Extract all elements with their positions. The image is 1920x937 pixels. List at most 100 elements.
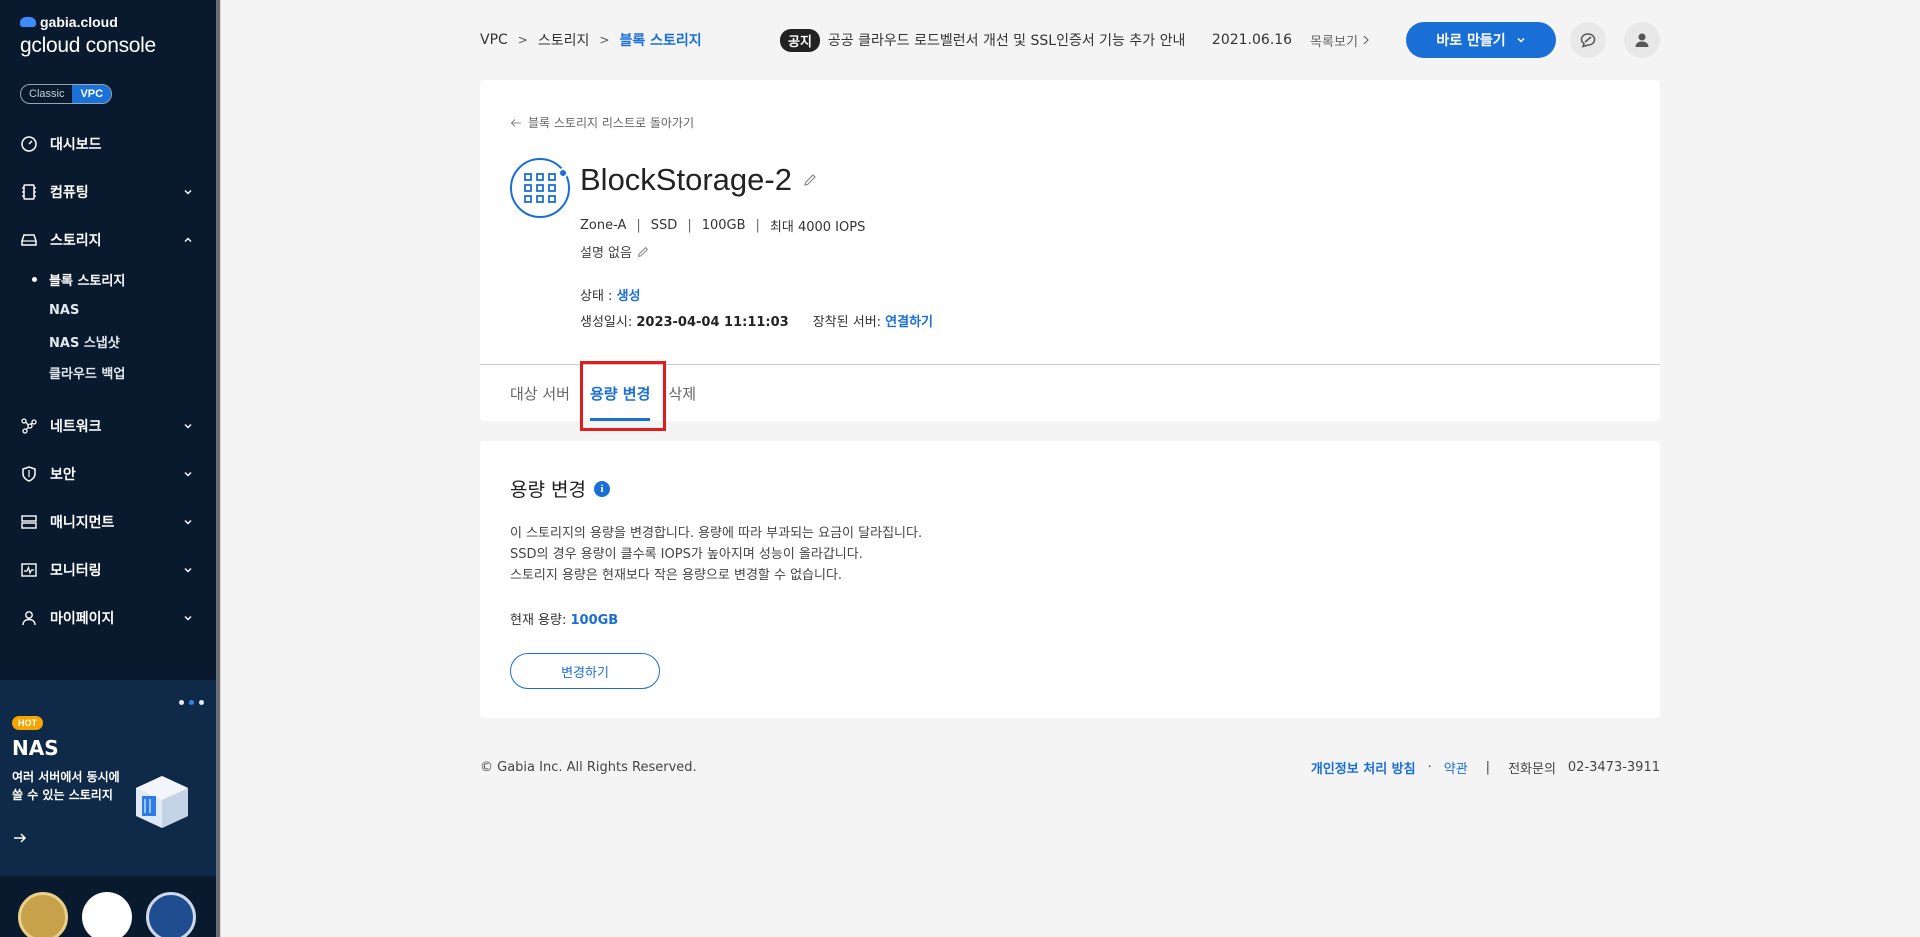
notice-text[interactable]: 공공 클라우드 로드벨런서 개선 및 SSL인증서 기능 추가 안내 [828, 30, 1188, 50]
tab-capacity-change[interactable]: 용량 변경 [589, 365, 651, 421]
chevron-right-icon [1363, 35, 1369, 45]
sidebar-item-storage[interactable]: 스토리지 [0, 216, 216, 264]
created-line: 생성일시: 2023-04-04 11:11:03 장착된 서버: 연결하기 [580, 311, 933, 330]
brand-logo[interactable]: gabia.cloud gcloud console [20, 14, 156, 58]
chevron-down-icon [182, 186, 194, 198]
promo-description: 여러 서버에서 동시에 쓸 수 있는 스토리지 [12, 770, 120, 802]
quick-create-button[interactable]: 바로 만들기 [1406, 22, 1556, 58]
sidebar-nav: 대시보드 컴퓨팅 스토리지 블록 스토리지 NAS NAS 스냅샷 클라우드 백… [0, 120, 216, 642]
capacity-change-card: 용량 변경 i 이 스토리지의 용량을 변경합니다. 용량에 따라 부과되는 요… [480, 441, 1660, 718]
spec-type: SSD [650, 218, 678, 233]
sidebar-subitem-cloud-backup[interactable]: 클라우드 백업 [32, 357, 216, 388]
shield-icon [20, 465, 38, 483]
storage-specs: Zone-A | SSD | 100GB | 최대 4000 IOPS [580, 216, 865, 235]
promo-banner[interactable]: HOT NAS 여러 서버에서 동시에 쓸 수 있는 스토리지 [0, 680, 216, 876]
arrow-right-icon[interactable] [12, 830, 28, 846]
sidebar-item-label: 보안 [50, 467, 76, 483]
back-to-list-label: 블록 스토리지 리스트로 돌아가기 [528, 116, 695, 130]
description-line: 스토리지 용량은 현재보다 작은 용량으로 변경할 수 없습니다. [510, 568, 843, 583]
terms-link[interactable]: 약관 [1444, 758, 1468, 777]
current-capacity: 현재 용량: 100GB [510, 609, 618, 628]
breadcrumb-block-storage[interactable]: 블록 스토리지 [619, 30, 701, 50]
sidebar-item-label: 컴퓨팅 [50, 185, 89, 201]
brand-top-text: gabia.cloud [40, 14, 118, 30]
status-label: 상태 : [580, 289, 617, 304]
sidebar-item-mypage[interactable]: 마이페이지 [0, 594, 216, 642]
notice-bar: 공지 공공 클라우드 로드벨런서 개선 및 SSL인증서 기능 추가 안내 20… [780, 28, 1370, 52]
pencil-icon[interactable] [636, 245, 650, 259]
award-badge-icon [18, 892, 68, 937]
section-title: 용량 변경 i [510, 475, 610, 502]
chat-button[interactable] [1570, 22, 1606, 58]
pencil-icon[interactable] [802, 172, 818, 188]
sidebar-item-monitoring[interactable]: 모니터링 [0, 546, 216, 594]
sidebar-item-label: 매니지먼트 [50, 515, 115, 531]
certification-badges [0, 876, 216, 937]
chat-icon [1580, 33, 1596, 48]
chevron-up-icon [182, 234, 194, 246]
storage-description: 설명 없음 [580, 242, 650, 261]
breadcrumb-vpc[interactable]: VPC [480, 32, 508, 48]
sidebar-subitem-block-storage[interactable]: 블록 스토리지 [32, 264, 216, 295]
chip-icon [20, 183, 38, 201]
drive-icon [20, 231, 38, 249]
block-storage-icon [510, 158, 570, 218]
notice-list-link[interactable]: 목록보기 [1310, 31, 1370, 50]
chevron-right-icon: > [599, 33, 610, 47]
chevron-down-icon [182, 564, 194, 576]
breadcrumb-storage[interactable]: 스토리지 [538, 30, 590, 50]
mode-vpc-button[interactable]: VPC [72, 85, 112, 103]
cloud-service-badge-icon [82, 892, 132, 937]
status-value: 생성 [616, 289, 641, 304]
chevron-down-icon [182, 420, 194, 432]
brand-bottom-text: gcloud console [20, 34, 156, 57]
sidebar-item-computing[interactable]: 컴퓨팅 [0, 168, 216, 216]
arrow-left-icon [510, 118, 521, 127]
network-icon [20, 417, 38, 435]
footer: © Gabia Inc. All Rights Reserved. 개인정보 처… [480, 758, 1660, 777]
detail-tabs: 대상 서버 용량 변경 삭제 [510, 365, 716, 421]
breadcrumb: VPC > 스토리지 > 블록 스토리지 [480, 30, 702, 50]
tab-target-server[interactable]: 대상 서버 [510, 365, 570, 421]
notice-date: 2021.06.16 [1211, 32, 1293, 48]
account-button[interactable] [1624, 22, 1660, 58]
sidebar-item-dashboard[interactable]: 대시보드 [0, 120, 216, 168]
csap-badge-icon [146, 892, 196, 937]
phone-label: 전화문의 [1508, 762, 1556, 777]
carousel-dot[interactable] [199, 700, 204, 705]
tab-delete[interactable]: 삭제 [668, 365, 696, 421]
carousel-dots [179, 700, 204, 705]
change-capacity-button[interactable]: 변경하기 [510, 653, 660, 689]
mode-toggle[interactable]: Classic VPC [20, 84, 113, 104]
current-capacity-label: 현재 용량: [510, 613, 571, 628]
created-label: 생성일시: [580, 315, 637, 330]
footer-separator: · [1427, 760, 1432, 775]
sidebar-item-network[interactable]: 네트워크 [0, 402, 216, 450]
created-value: 2023-04-04 11:11:03 [636, 315, 789, 330]
privacy-policy-link[interactable]: 개인정보 처리 방침 [1311, 758, 1416, 777]
sidebar-item-security[interactable]: 보안 [0, 450, 216, 498]
chevron-down-icon [1517, 37, 1525, 43]
info-icon[interactable]: i [593, 480, 610, 497]
sidebar-subitem-nas-snapshot[interactable]: NAS 스냅샷 [32, 326, 216, 357]
sidebar-item-label: 대시보드 [50, 137, 102, 153]
spec-divider: | [755, 218, 760, 233]
sidebar-subitem-nas[interactable]: NAS [32, 295, 216, 326]
status-dot [558, 168, 568, 178]
chevron-down-icon [182, 612, 194, 624]
footer-separator: | [1485, 760, 1491, 775]
phone-number: 02-3473-3911 [1567, 760, 1660, 775]
sidebar-item-management[interactable]: 매니지먼트 [0, 498, 216, 546]
mode-classic-button[interactable]: Classic [21, 85, 72, 103]
description-text: 설명 없음 [580, 246, 632, 261]
carousel-dot[interactable] [189, 700, 194, 705]
storage-cube-icon [132, 772, 192, 832]
carousel-dot[interactable] [179, 700, 184, 705]
sidebar-item-label: 네트워크 [50, 419, 102, 435]
back-to-list-link[interactable]: 블록 스토리지 리스트로 돌아가기 [510, 114, 694, 131]
copyright: © Gabia Inc. All Rights Reserved. [480, 760, 697, 775]
current-capacity-value: 100GB [570, 613, 619, 628]
connect-server-link[interactable]: 연결하기 [885, 315, 933, 330]
notice-list-label: 목록보기 [1310, 34, 1358, 50]
attached-server-label: 장착된 서버: [812, 315, 886, 330]
